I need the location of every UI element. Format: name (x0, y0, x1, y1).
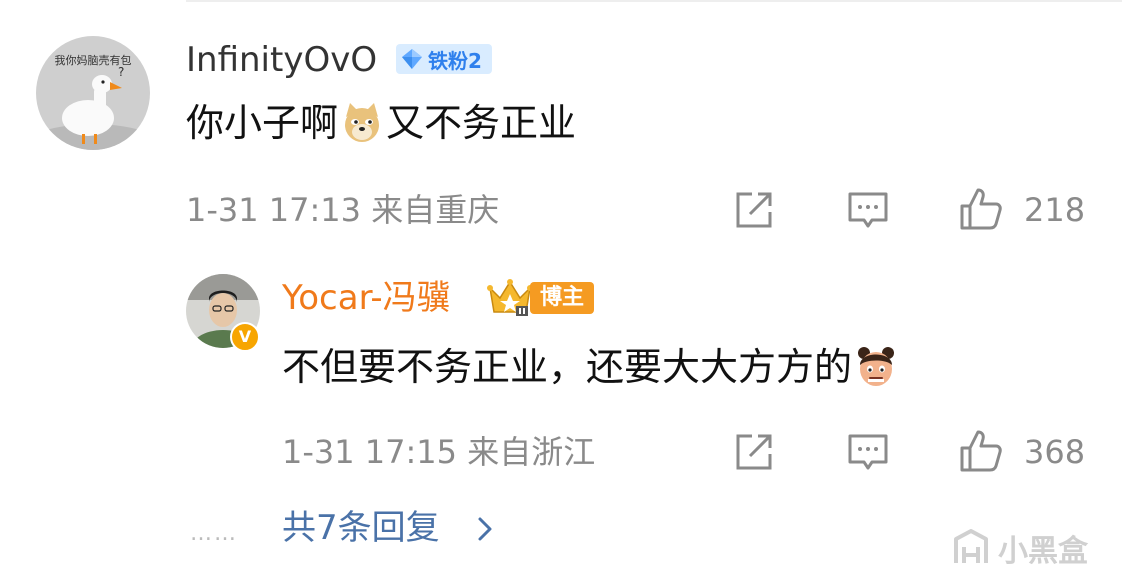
watermark-label: 小黑盒 (998, 534, 1088, 569)
reply-timestamp: 1-31 17:15 (282, 433, 458, 471)
comment-text-part2: 又不务正业 (386, 101, 577, 145)
like-icon (960, 430, 1002, 472)
comment-username[interactable]: InfinityOvO (186, 40, 377, 80)
like-button[interactable] (958, 186, 1002, 230)
girl-emoji-icon (854, 345, 898, 389)
watermark: 小黑盒 (952, 526, 1088, 570)
reply-like-count: 368 (1024, 433, 1086, 471)
verified-badge: V (230, 322, 260, 352)
reply-body: 不但要不务正业，还要大大方方的 (282, 344, 900, 390)
avatar-caption: 我你妈脑壳有包 (54, 54, 132, 67)
reply-username[interactable]: Yocar-冯骥 (282, 278, 451, 318)
more-replies-link[interactable]: 共7条回复 (282, 506, 440, 550)
doge-emoji-icon (340, 101, 384, 145)
comment-meta: 1-31 17:13 来自重庆 (186, 190, 499, 230)
share-button[interactable] (732, 188, 776, 232)
fan-badge-label: 铁粉2 (428, 48, 482, 73)
avatar[interactable]: ? 我你妈脑壳有包 (36, 36, 150, 150)
like-icon (960, 188, 1002, 230)
like-count: 218 (1024, 191, 1086, 229)
comment-timestamp: 1-31 17:13 (186, 191, 362, 229)
thread-dots: …… (190, 521, 238, 546)
share-icon (736, 434, 772, 470)
blogger-badge: 博主 (530, 282, 594, 314)
fan-badge[interactable]: 铁粉2 (396, 44, 492, 74)
reply-meta: 1-31 17:15 来自浙江 (282, 432, 595, 472)
comment-icon (848, 192, 888, 228)
top-divider (186, 0, 1122, 2)
share-icon (736, 192, 772, 228)
reply-text: 不但要不务正业，还要大大方方的 (282, 345, 853, 389)
comment-button[interactable] (846, 188, 890, 232)
crown-icon (487, 279, 533, 316)
comment-text-part1: 你小子啊 (186, 101, 339, 145)
comment-icon (848, 434, 888, 470)
reply-share-button[interactable] (732, 430, 776, 474)
reply-comment-button[interactable] (846, 430, 890, 474)
diamond-icon (402, 49, 422, 69)
heybox-logo-icon (954, 529, 988, 563)
comment-location: 来自重庆 (371, 191, 500, 229)
reply-like-button[interactable] (958, 428, 1002, 472)
chevron-right-icon[interactable] (474, 516, 496, 542)
reply-location: 来自浙江 (467, 433, 596, 471)
comment-body: 你小子啊 又不务正业 (186, 100, 576, 146)
